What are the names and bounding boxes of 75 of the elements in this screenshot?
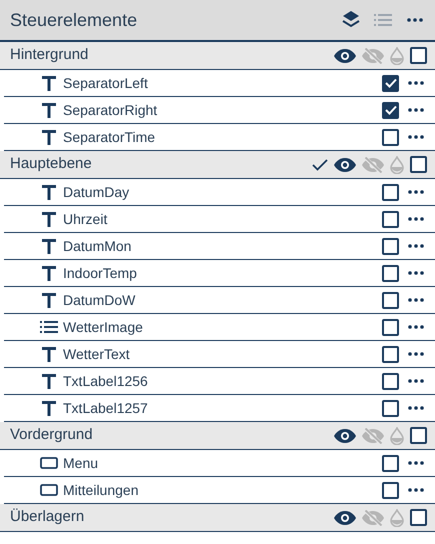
text-type-icon: [42, 238, 56, 254]
checkbox[interactable]: [382, 318, 399, 336]
row-menu-button[interactable]: [408, 271, 424, 275]
row-menu-button[interactable]: [408, 406, 424, 410]
layer-name: TxtLabel1256: [63, 372, 149, 390]
group-header[interactable]: Hauptebene: [0, 151, 435, 179]
layer-name: TxtLabel1257: [63, 398, 149, 418]
row-menu-button[interactable]: [408, 461, 424, 465]
layer-name: Uhrzeit: [63, 210, 108, 228]
eye-icon[interactable]: [334, 510, 356, 524]
row-menu-button[interactable]: [408, 298, 424, 302]
rectangle-icon: [40, 484, 58, 496]
checkbox[interactable]: [382, 482, 399, 498]
checkbox[interactable]: [410, 427, 427, 444]
row-menu-button[interactable]: [408, 325, 424, 329]
more-button[interactable]: [407, 18, 423, 22]
row-menu-button[interactable]: [408, 244, 424, 248]
group-header[interactable]: Hintergrund: [0, 42, 435, 70]
row-menu-button[interactable]: [408, 190, 424, 194]
group-header[interactable]: Vordergrund: [0, 422, 435, 450]
layer-name: DatumMon: [63, 236, 132, 256]
text-type-icon: [42, 374, 56, 388]
rectangle-icon: [40, 457, 58, 469]
checkbox[interactable]: [382, 102, 399, 118]
text-type-icon: [42, 76, 56, 90]
checkbox[interactable]: [382, 346, 399, 362]
checkbox[interactable]: [382, 454, 399, 472]
row-menu-button[interactable]: [408, 217, 424, 221]
list-icon: [40, 321, 58, 333]
checkbox[interactable]: [382, 210, 399, 228]
layer-name: Mitteilungen: [63, 480, 140, 500]
layer-name: SeparatorTime: [63, 128, 156, 147]
layer-name: DatumDay: [63, 182, 130, 202]
layers-button[interactable]: [341, 10, 361, 30]
checkbox[interactable]: [382, 74, 399, 92]
eye-icon[interactable]: [334, 158, 356, 172]
layer-name: DatumDoW: [63, 290, 136, 310]
row-menu-button[interactable]: [408, 352, 424, 356]
text-type-icon: [42, 130, 56, 144]
layer-name: IndoorTemp: [63, 264, 138, 283]
group-name: Hintergrund: [10, 45, 90, 66]
layer-name: WetterImage: [63, 318, 144, 337]
text-type-icon: [42, 346, 56, 362]
eye-icon[interactable]: [334, 48, 356, 62]
checkbox[interactable]: [382, 184, 399, 200]
group-name: Vordergrund: [10, 425, 94, 446]
row-menu-button[interactable]: [408, 488, 424, 492]
row-menu-button[interactable]: [408, 81, 424, 85]
checkbox[interactable]: [382, 400, 399, 416]
group-name: Überlagern: [10, 507, 86, 528]
text-type-icon: [42, 292, 56, 308]
checkbox[interactable]: [382, 264, 399, 282]
layer-name: SeparatorRight: [63, 100, 158, 120]
text-type-icon: [42, 102, 56, 118]
eye-icon[interactable]: [334, 428, 356, 442]
text-type-icon: [42, 400, 56, 416]
layer-name: Menu: [63, 454, 100, 472]
checkbox[interactable]: [410, 47, 427, 64]
row-menu-button[interactable]: [408, 135, 424, 139]
layer-name: WetterText: [63, 344, 131, 364]
text-type-icon: [42, 212, 56, 226]
checkbox[interactable]: [382, 292, 399, 308]
checkbox[interactable]: [410, 156, 427, 173]
checkbox[interactable]: [382, 128, 399, 146]
panel-title: Steuerelemente: [10, 8, 138, 32]
layer-name: SeparatorLeft: [63, 74, 149, 93]
group-header[interactable]: Überlagern: [0, 504, 435, 532]
row-menu-button[interactable]: [408, 379, 424, 383]
text-type-icon: [42, 184, 56, 200]
row-menu-button[interactable]: [408, 108, 424, 112]
checkbox[interactable]: [382, 372, 399, 390]
text-type-icon: [42, 266, 56, 280]
checkbox[interactable]: [410, 509, 427, 526]
group-name: Hauptebene: [10, 154, 93, 174]
checkbox[interactable]: [382, 238, 399, 254]
